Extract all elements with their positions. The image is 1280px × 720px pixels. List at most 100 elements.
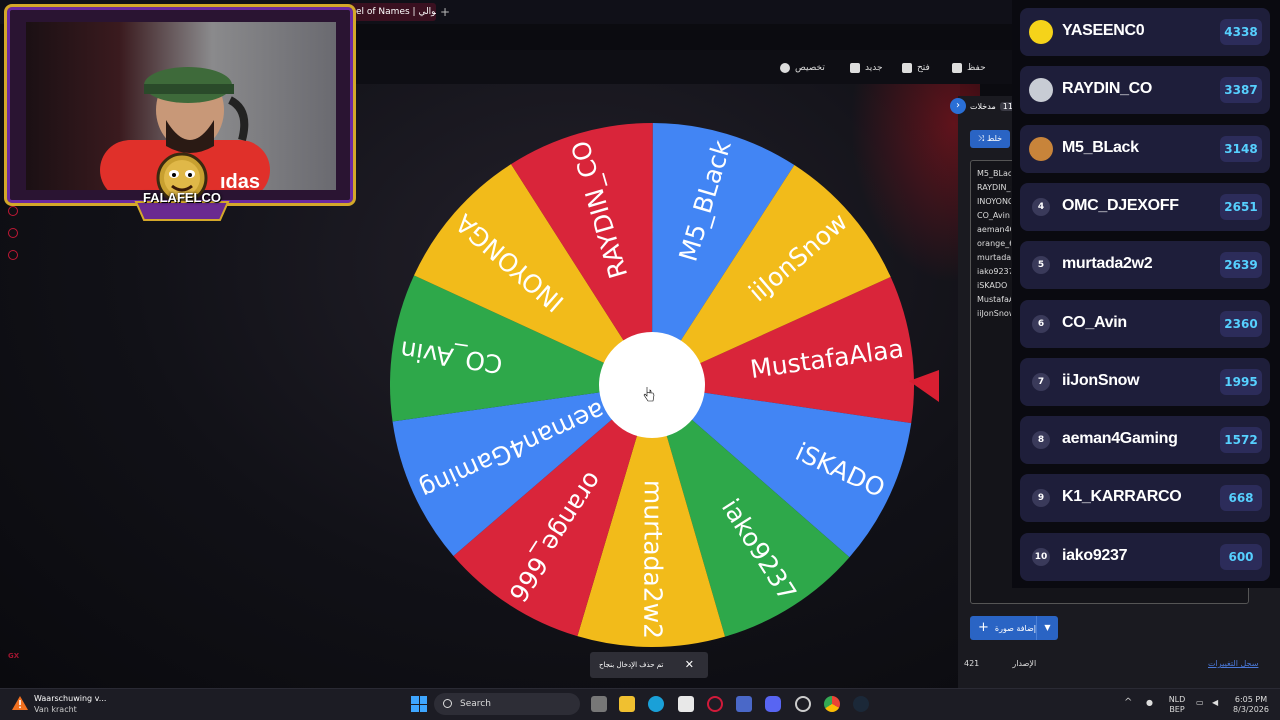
leaderboard-rank: 8 xyxy=(1032,431,1050,450)
warning-subtitle: Van kracht xyxy=(34,705,77,714)
save-label: حفظ xyxy=(967,63,986,73)
store-icon[interactable] xyxy=(678,696,694,712)
leaderboard-name: OMC_DJEXOFF xyxy=(1062,196,1179,214)
hand-cursor-icon xyxy=(643,387,655,402)
open-button[interactable]: فتح xyxy=(902,60,930,76)
warning-title[interactable]: Waarschuwing v... xyxy=(34,694,106,703)
version-number: 421 xyxy=(964,659,980,668)
entry-line[interactable]: CO_Avin xyxy=(977,209,1011,223)
wheel-center-hub[interactable] xyxy=(599,332,705,438)
microphone-icon[interactable]: ● xyxy=(1146,698,1153,708)
entry-line[interactable]: murtada2w2 xyxy=(977,251,1011,265)
new-button[interactable]: جديد xyxy=(850,60,883,76)
add-image-dropdown[interactable]: ▼ xyxy=(1036,616,1058,640)
clock-date: 8/3/2026 xyxy=(1233,705,1269,714)
collapse-chevron-icon[interactable]: › xyxy=(950,98,966,114)
entry-line[interactable]: iako9237 xyxy=(977,265,1011,279)
opera-gx-icon[interactable] xyxy=(707,696,723,712)
entry-line[interactable]: iiJonSnow xyxy=(977,307,1011,321)
task-view-icon[interactable] xyxy=(591,696,607,712)
leaderboard-score: 600 xyxy=(1220,543,1262,570)
leaderboard-name: M5_BLack xyxy=(1062,138,1139,156)
plus-icon: + xyxy=(978,620,989,635)
warning-icon[interactable] xyxy=(12,696,28,710)
network-icon[interactable]: ▭ xyxy=(1196,698,1204,708)
leaderboard-rank: 7 xyxy=(1032,372,1050,391)
shuffle-label: خلط xyxy=(986,134,1003,143)
save-button[interactable]: حفظ xyxy=(952,60,986,76)
leaderboard-name: iiJonSnow xyxy=(1062,371,1140,389)
language-indicator[interactable]: NLD BEP xyxy=(1164,695,1190,715)
new-tab-button[interactable]: + xyxy=(440,3,450,21)
leaderboard-score: 668 xyxy=(1220,485,1262,512)
left-rail xyxy=(0,200,28,690)
entry-line[interactable]: RAYDIN_CO xyxy=(977,181,1011,195)
wheel-pointer xyxy=(909,370,939,402)
app-icon[interactable] xyxy=(736,696,752,712)
toast-close-icon[interactable]: ✕ xyxy=(685,652,694,678)
entry-line[interactable]: INOYONGA xyxy=(977,195,1011,209)
add-image-button[interactable]: + إضافة صورة ▼ xyxy=(970,616,1058,640)
leaderboard-score: 3148 xyxy=(1220,135,1262,162)
windows-start-icon[interactable] xyxy=(411,696,427,712)
settings-gear-icon[interactable] xyxy=(795,696,811,712)
leaderboard-score: 1995 xyxy=(1220,368,1262,395)
leaderboard-score: 2651 xyxy=(1220,193,1262,220)
add-image-label: إضافة صورة xyxy=(994,624,1036,633)
volume-icon[interactable]: ◀ xyxy=(1212,698,1218,708)
leaderboard-name: YASEENC0 xyxy=(1062,22,1145,39)
leaderboard-score: 4338 xyxy=(1220,19,1262,45)
entry-line[interactable]: iSKADO xyxy=(977,279,1011,293)
leaderboard-name: K1_KARRARCO xyxy=(1062,488,1182,506)
file-icon xyxy=(850,63,860,73)
new-label: جديد xyxy=(865,63,883,73)
shuffle-icon: ⤨ xyxy=(977,134,987,143)
browser-tab[interactable]: el of Names | عوالي xyxy=(350,3,436,21)
leaderboard-rank: 10 xyxy=(1032,547,1050,566)
clock[interactable]: 6:05 PM 8/3/2026 xyxy=(1230,695,1272,715)
leaderboard-score: 3387 xyxy=(1220,77,1262,104)
steam-icon[interactable] xyxy=(853,696,869,712)
leaderboard-name: iako9237 xyxy=(1062,546,1128,564)
rail-chat-icon[interactable] xyxy=(8,228,18,238)
clock-time: 6:05 PM xyxy=(1234,695,1268,704)
version-info: 421 الإصدار xyxy=(964,659,1036,668)
webcam-overlay: ıdas FALAFELCO xyxy=(0,0,362,221)
entry-line[interactable]: aeman4Gaming xyxy=(977,223,1011,237)
save-icon xyxy=(952,63,962,73)
leaderboard-name: RAYDIN_CO xyxy=(1062,80,1153,98)
gx-label: GX xyxy=(8,652,20,660)
falafelco-logo-text: FALAFELCO xyxy=(143,190,221,205)
palette-icon xyxy=(780,63,790,73)
shuffle-button[interactable]: ⤨ خلط xyxy=(970,130,1010,148)
leaderboard-rank: 6 xyxy=(1032,314,1050,333)
wheel-segment-label: murtada2w2 xyxy=(638,480,668,639)
customize-button[interactable]: تخصيص xyxy=(780,60,825,76)
rail-settings-icon[interactable] xyxy=(8,250,18,260)
discord-icon[interactable] xyxy=(765,696,781,712)
entry-line[interactable]: M5_BLack xyxy=(977,167,1011,181)
medal-icon xyxy=(1029,20,1053,44)
version-label: الإصدار xyxy=(1012,659,1037,668)
name-wheel[interactable]: MustafaAlaaiSKADOiako9237murtada2w2orang… xyxy=(387,120,917,650)
file-explorer-icon[interactable] xyxy=(619,696,635,712)
entries-header: › مدخلات 11 xyxy=(950,97,1016,115)
chrome-icon[interactable] xyxy=(824,696,840,712)
leaderboard-rank: 4 xyxy=(1032,197,1050,216)
search-icon xyxy=(443,699,452,708)
entry-line[interactable]: orange_666 xyxy=(977,237,1011,251)
falafelco-logo xyxy=(134,152,230,221)
leaderboard-name: murtada2w2 xyxy=(1062,255,1153,273)
leaderboard-name: aeman4Gaming xyxy=(1062,430,1178,448)
taskbar-search[interactable]: Search xyxy=(434,693,580,715)
entry-line[interactable]: MustafaAlaa xyxy=(977,293,1011,307)
edge-browser-icon[interactable] xyxy=(648,696,664,712)
toast-message: تم حذف الإدخال بنجاح xyxy=(599,661,664,669)
leaderboard-score: 2639 xyxy=(1220,252,1262,279)
lang-line2: BEP xyxy=(1169,705,1185,714)
leaderboard-name: CO_Avin xyxy=(1062,313,1127,331)
changelog-link[interactable]: سجل التغييرات xyxy=(1208,659,1258,668)
tray-chevron-up-icon[interactable]: ^ xyxy=(1124,698,1132,708)
taskbar xyxy=(0,688,1280,720)
search-label: Search xyxy=(460,699,491,709)
